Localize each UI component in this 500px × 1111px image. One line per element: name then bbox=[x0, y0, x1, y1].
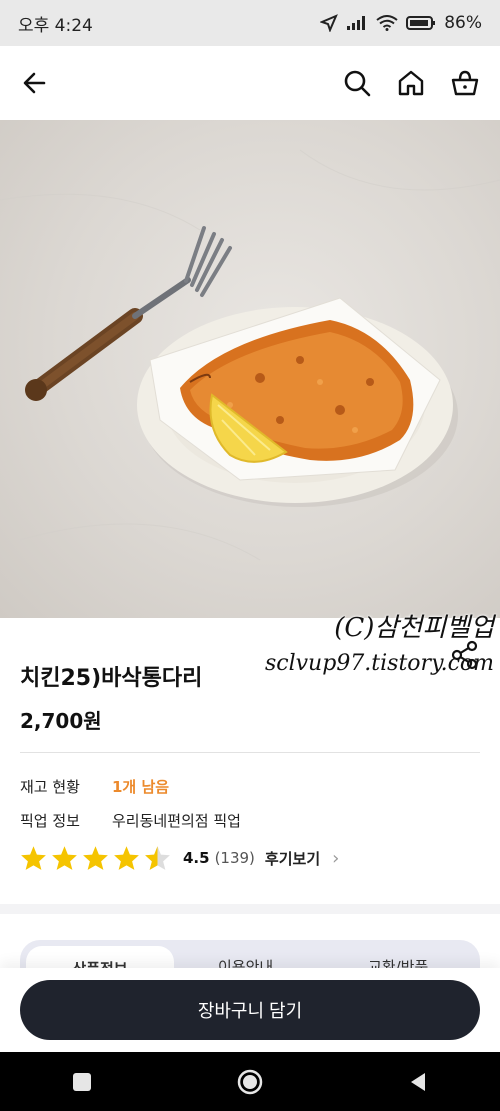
wifi-icon bbox=[376, 15, 398, 31]
rating-row: 4.5 (139) 후기보기 › bbox=[20, 845, 339, 871]
pickup-value: 우리동네편의점 픽업 bbox=[112, 812, 241, 830]
system-nav-bar bbox=[0, 1052, 500, 1111]
star-rating bbox=[20, 845, 171, 871]
status-time: 오후 4:24 bbox=[18, 15, 93, 36]
chevron-right-icon[interactable]: › bbox=[332, 848, 339, 869]
signal-icon bbox=[347, 16, 366, 30]
product-name: 치킨25)바삭통다리 bbox=[20, 666, 203, 691]
divider bbox=[20, 752, 480, 753]
star-icon bbox=[21, 846, 46, 870]
battery-percent: 86% bbox=[444, 13, 482, 33]
rating-count: (139) bbox=[214, 849, 255, 867]
add-to-cart-button[interactable]: 장바구니 담기 bbox=[20, 980, 480, 1040]
home-button[interactable] bbox=[394, 66, 428, 100]
top-nav bbox=[0, 46, 500, 120]
review-link[interactable]: 후기보기 bbox=[265, 848, 320, 869]
product-image bbox=[0, 120, 500, 618]
star-icon bbox=[114, 846, 139, 870]
search-button[interactable] bbox=[340, 66, 374, 100]
back-triangle-icon[interactable] bbox=[407, 1071, 429, 1093]
battery-icon bbox=[406, 16, 436, 30]
half-star-icon bbox=[145, 846, 170, 870]
star-icon bbox=[83, 846, 108, 870]
share-icon bbox=[451, 640, 478, 670]
rating-score: 4.5 bbox=[183, 849, 210, 867]
search-icon bbox=[344, 70, 371, 97]
share-button[interactable] bbox=[450, 640, 480, 674]
back-arrow-icon bbox=[23, 72, 46, 94]
location-icon bbox=[320, 14, 339, 32]
status-bar: 오후 4:24 86% bbox=[0, 0, 500, 46]
star-icon bbox=[52, 846, 77, 870]
pickup-label: 픽업 정보 bbox=[20, 812, 80, 830]
basket-button[interactable] bbox=[448, 66, 482, 100]
product-price: 2,700원 bbox=[20, 709, 102, 733]
section-separator bbox=[0, 904, 500, 914]
stock-label: 재고 현황 bbox=[20, 778, 80, 796]
bottom-action-bar: 장바구니 담기 bbox=[0, 968, 500, 1052]
chicken-photo bbox=[0, 149, 500, 561]
home-circle-icon[interactable] bbox=[236, 1068, 264, 1096]
stock-value: 1개 남음 bbox=[112, 778, 170, 796]
pickup-row: 픽업 정보 우리동네편의점 픽업 bbox=[20, 810, 241, 831]
home-icon bbox=[398, 70, 424, 96]
recents-icon[interactable] bbox=[71, 1071, 93, 1093]
back-button[interactable] bbox=[18, 66, 52, 100]
basket-icon bbox=[451, 70, 479, 96]
status-icons: 86% bbox=[320, 13, 482, 33]
stock-row: 재고 현황 1개 남음 bbox=[20, 776, 169, 797]
